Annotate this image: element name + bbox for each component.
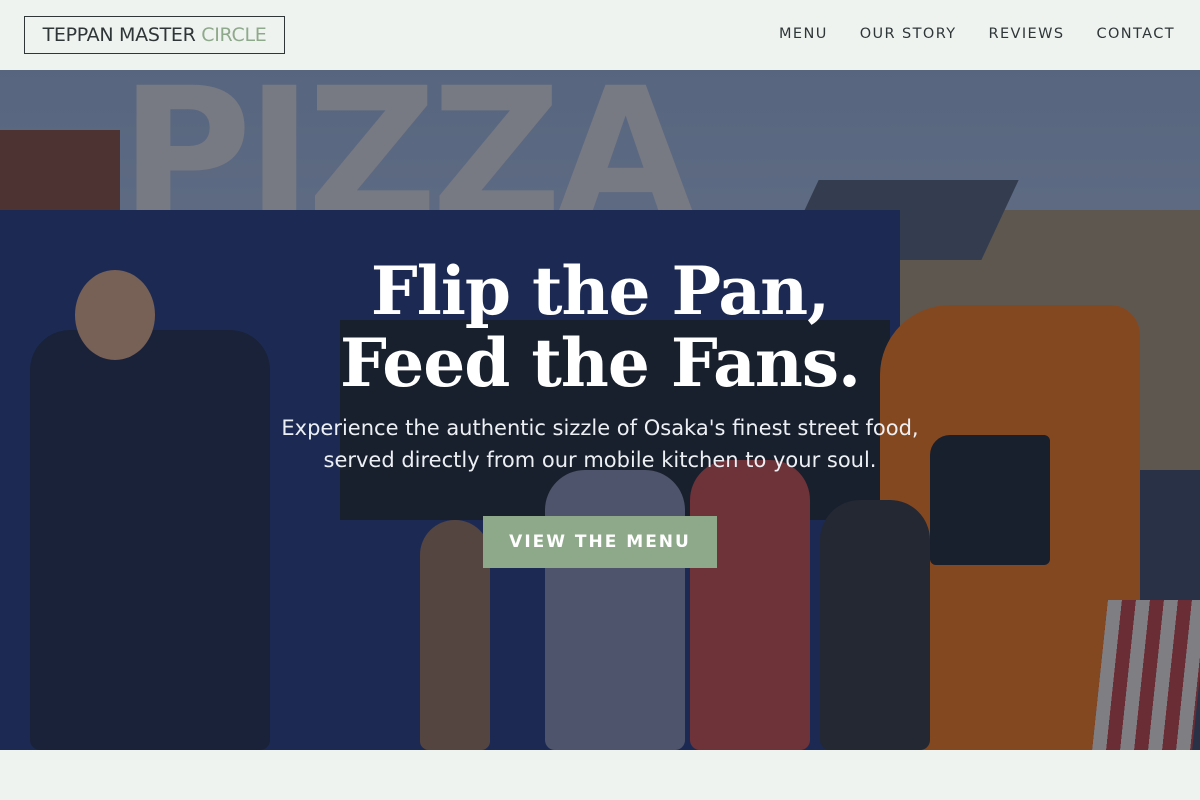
next-section — [0, 750, 1200, 800]
hero-headline-line1: Flip the Pan, — [370, 252, 830, 330]
nav-link-menu[interactable]: MENU — [779, 24, 828, 44]
brand-name-primary: TEPPAN MASTER — [42, 24, 196, 46]
nav-link-our-story[interactable]: OUR STORY — [860, 24, 957, 44]
hero-dark-overlay — [0, 70, 1200, 750]
nav-link-reviews[interactable]: REVIEWS — [989, 24, 1065, 44]
main-nav: MENU OUR STORY REVIEWS CONTACT — [779, 24, 1175, 44]
nav-link-contact[interactable]: CONTACT — [1096, 24, 1175, 44]
view-menu-button[interactable]: VIEW THE MENU — [483, 516, 717, 568]
hero-section: PIZZA Flip the Pan, Feed the Fans. Exper… — [0, 70, 1200, 750]
brand-logo[interactable]: TEPPAN MASTER CIRCLE — [24, 16, 285, 54]
site-header: TEPPAN MASTER CIRCLE MENU OUR STORY REVI… — [0, 0, 1200, 70]
hero-headline-line2: Feed the Fans. — [340, 324, 861, 402]
hero-subtitle: Experience the authentic sizzle of Osaka… — [281, 416, 919, 472]
brand-name-accent: CIRCLE — [201, 24, 267, 46]
hero-headline: Flip the Pan, Feed the Fans. — [0, 255, 1200, 399]
